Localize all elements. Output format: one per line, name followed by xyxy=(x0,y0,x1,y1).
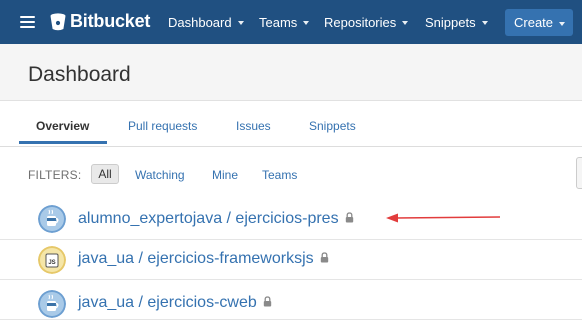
right-panel-edge xyxy=(576,157,582,189)
filter-all-label: All xyxy=(98,167,112,181)
logo-text: Bitbucket xyxy=(70,11,151,31)
nav-snippets-label: Snippets xyxy=(425,14,476,30)
coffee-cup-icon[interactable] xyxy=(38,290,66,318)
caret-down-icon xyxy=(559,21,566,26)
create-button[interactable]: Create xyxy=(505,9,573,36)
filter-all-button[interactable]: All xyxy=(91,164,119,184)
filter-mine[interactable]: Mine xyxy=(212,168,238,182)
red-annotation-arrow xyxy=(386,213,501,223)
page-title: Dashboard xyxy=(28,63,131,86)
bitbucket-logo[interactable]: Bitbucket xyxy=(50,11,150,32)
tab-pull-requests[interactable]: Pull requests xyxy=(128,119,197,133)
nav-dashboard-label: Dashboard xyxy=(168,14,232,30)
tab-snippets[interactable]: Snippets xyxy=(309,119,356,133)
repository-name: alumno_expertojava / ejercicios-pres xyxy=(78,210,339,227)
repository-name: java_ua / ejercicios-frameworksjs xyxy=(78,250,314,267)
filters-label: FILTERS: xyxy=(28,168,82,182)
tab-overview[interactable]: Overview xyxy=(36,119,89,133)
nav-teams-label: Teams xyxy=(259,14,298,30)
page-header: Dashboard xyxy=(0,44,582,101)
nav-repositories-label: Repositories xyxy=(324,14,397,30)
repository-link[interactable]: java_ua / ejercicios-cweb xyxy=(78,294,272,312)
repository-row: JS java_ua / ejercicios-frameworksjs xyxy=(0,240,582,280)
repository-row: java_ua / ejercicios-cweb xyxy=(0,280,582,320)
repository-link[interactable]: alumno_expertojava / ejercicios-pres xyxy=(78,210,354,228)
menu-icon[interactable] xyxy=(20,16,35,28)
filter-teams[interactable]: Teams xyxy=(262,168,297,182)
js-icon[interactable]: JS xyxy=(38,246,66,274)
js-avatar-label: JS xyxy=(48,260,55,266)
lock-icon xyxy=(345,212,353,223)
caret-down-icon xyxy=(402,21,409,25)
caret-down-icon xyxy=(237,21,244,25)
nav-snippets[interactable]: Snippets xyxy=(425,0,488,44)
lock-icon xyxy=(263,296,271,307)
repository-name: java_ua / ejercicios-cweb xyxy=(78,294,257,311)
nav-teams[interactable]: Teams xyxy=(259,0,310,44)
lock-icon xyxy=(320,252,328,263)
repository-link[interactable]: java_ua / ejercicios-frameworksjs xyxy=(78,250,329,268)
top-navigation-bar: Bitbucket Dashboard Teams Repositories S… xyxy=(0,0,582,44)
nav-repositories[interactable]: Repositories xyxy=(324,0,409,44)
coffee-cup-icon[interactable] xyxy=(38,205,66,233)
caret-down-icon xyxy=(481,21,488,25)
nav-dashboard[interactable]: Dashboard xyxy=(168,0,244,44)
create-button-label: Create xyxy=(514,15,554,30)
caret-down-icon xyxy=(303,21,310,25)
active-tab-indicator xyxy=(19,141,107,144)
bucket-icon xyxy=(50,12,66,30)
tab-issues[interactable]: Issues xyxy=(236,119,271,133)
filter-watching[interactable]: Watching xyxy=(135,168,185,182)
